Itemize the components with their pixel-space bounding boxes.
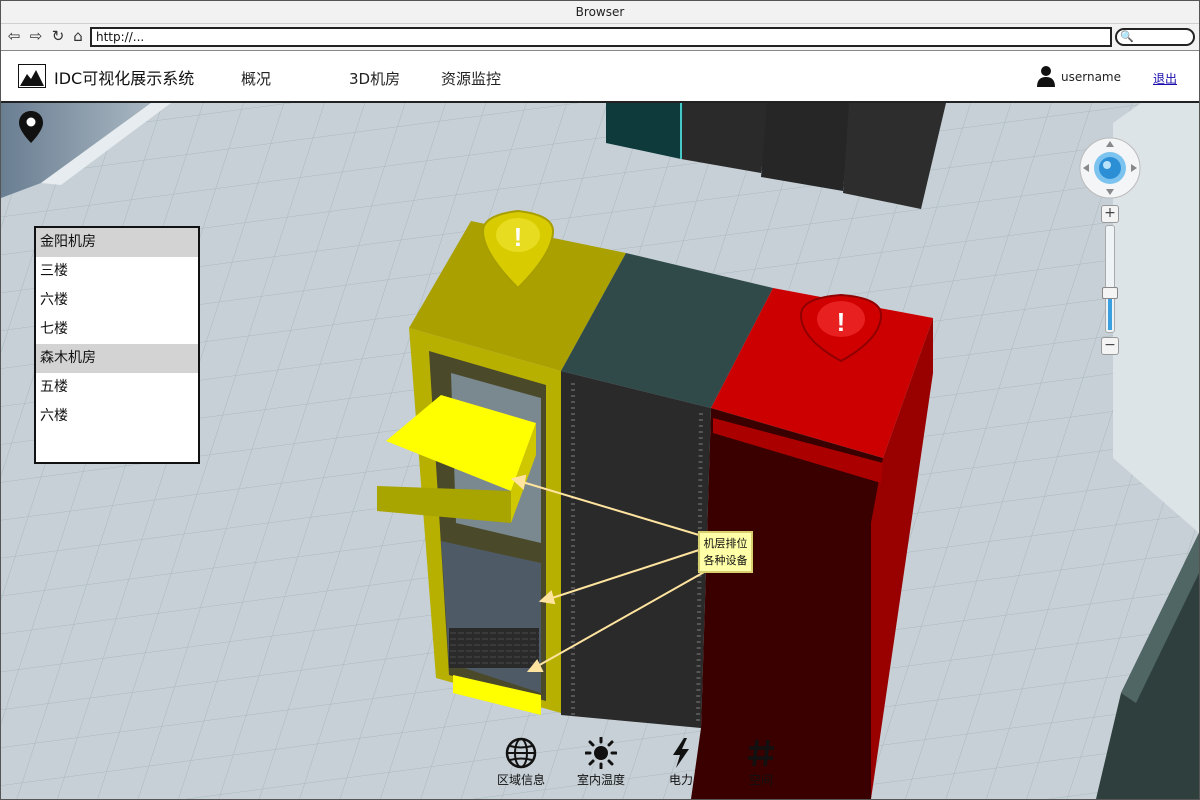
- forward-arrow-icon[interactable]: ⇨: [27, 26, 45, 46]
- globe-icon: [505, 737, 537, 769]
- zoom-in-button[interactable]: +: [1101, 205, 1119, 223]
- power-label: 电力: [668, 773, 693, 787]
- floor-item[interactable]: 三楼: [36, 257, 198, 286]
- zoom-slider-handle[interactable]: [1102, 287, 1118, 300]
- browser-title: Browser: [575, 5, 625, 19]
- power-button[interactable]: 电力: [646, 733, 716, 793]
- hash-icon: [748, 739, 774, 767]
- room-group-senmu[interactable]: 森木机房: [36, 344, 198, 373]
- logo-icon: [18, 64, 46, 88]
- bottom-toolbar: 区域信息 室内温度 电力 空间: [481, 733, 801, 793]
- floor-item[interactable]: 六楼: [36, 286, 198, 315]
- address-bar[interactable]: http://...: [90, 27, 1112, 47]
- alert-symbol-critical: !: [837, 307, 846, 337]
- space-button[interactable]: 空间: [726, 733, 796, 793]
- bg-rack-2: [761, 103, 851, 191]
- alert-symbol-warning: !: [514, 222, 523, 252]
- nav-3d-room[interactable]: 3D机房: [349, 68, 400, 89]
- annotation-line-1: 机层排位: [703, 537, 748, 550]
- room-group-jinyang[interactable]: 金阳机房: [36, 228, 198, 257]
- browser-title-bar: Browser: [1, 1, 1199, 24]
- sun-icon: [585, 737, 617, 769]
- browser-window: Browser ⇦ ⇨ ↻ ⌂ http://... 🔍 IDC可视化展示系统 …: [0, 0, 1200, 800]
- home-icon[interactable]: ⌂: [69, 26, 87, 46]
- floor-item[interactable]: 五楼: [36, 373, 198, 402]
- back-arrow-icon[interactable]: ⇦: [5, 26, 23, 46]
- app-header: IDC可视化展示系统 概况 3D机房 资源监控 username 退出: [1, 51, 1199, 103]
- indoor-temp-label: 室内温度: [576, 773, 625, 787]
- floor-item[interactable]: 七楼: [36, 315, 198, 344]
- annotation-callout: 机层排位 各种设备: [698, 531, 753, 573]
- username: username: [1061, 70, 1121, 84]
- refresh-icon[interactable]: ↻: [49, 26, 67, 46]
- nav-overview[interactable]: 概况: [241, 68, 271, 89]
- browser-search-box[interactable]: 🔍: [1115, 28, 1195, 46]
- nav-resource-monitor[interactable]: 资源监控: [441, 68, 501, 89]
- compass-control[interactable]: [1079, 137, 1141, 199]
- room-list-panel: 金阳机房 三楼 六楼 七楼 森木机房 五楼 六楼: [34, 226, 200, 464]
- location-pin-icon[interactable]: [19, 111, 43, 143]
- zoom-out-button[interactable]: −: [1101, 337, 1119, 355]
- search-icon: 🔍: [1120, 30, 1134, 43]
- area-info-label: 区域信息: [496, 773, 545, 787]
- zoom-slider-track[interactable]: [1105, 225, 1115, 333]
- logout-link[interactable]: 退出: [1153, 70, 1177, 87]
- 3d-scene[interactable]: ! ! 金阳机房 三楼 六楼 七楼 森木机房 五楼 六楼 机层排位 各种设备 +…: [1, 103, 1199, 799]
- area-info-button[interactable]: 区域信息: [486, 733, 556, 793]
- annotation-line-2: 各种设备: [703, 554, 748, 567]
- address-url: http://...: [96, 30, 145, 44]
- browser-toolbar: ⇦ ⇨ ↻ ⌂ http://... 🔍: [1, 24, 1199, 51]
- lightning-icon: [673, 738, 689, 768]
- space-label: 空间: [748, 773, 773, 787]
- floor-item[interactable]: 六楼: [36, 402, 198, 431]
- indoor-temp-button[interactable]: 室内温度: [566, 733, 636, 793]
- user-icon: [1037, 66, 1055, 87]
- app-title: IDC可视化展示系统: [54, 69, 195, 88]
